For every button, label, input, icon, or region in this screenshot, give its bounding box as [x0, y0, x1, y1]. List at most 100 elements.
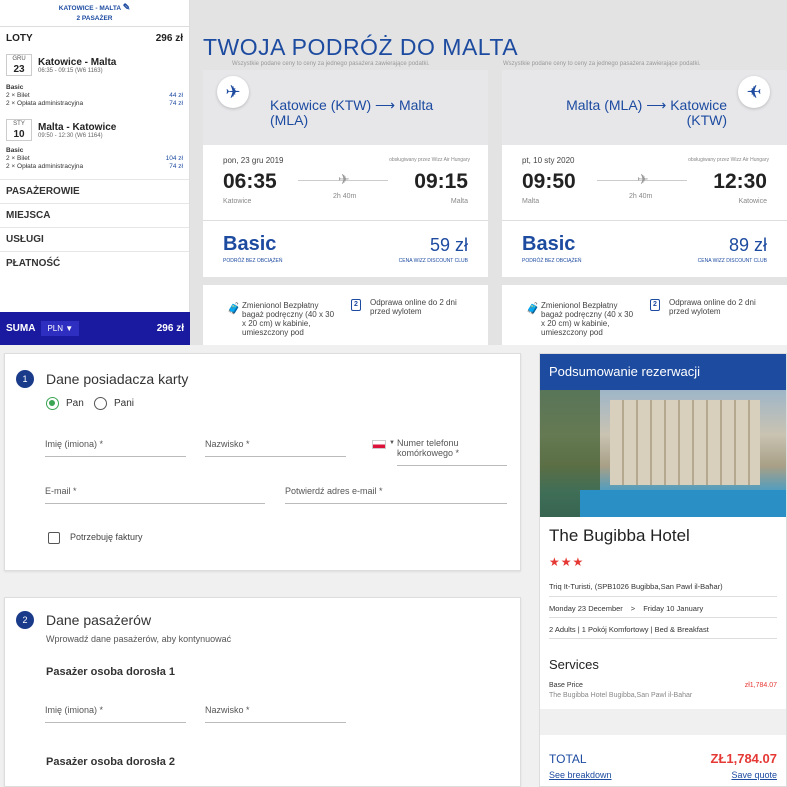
- date-box: GRU 23: [6, 54, 32, 76]
- fare-name: Basic: [6, 147, 24, 154]
- date-to: Friday 10 January: [643, 604, 704, 613]
- flight-overview: KATOWICE - MALTA ✎ 2 PASAŻER LOTY 296 zł…: [0, 0, 787, 345]
- flight-item-return: STY 10 Malta - Katowice 09:50 - 12:30 (W6 …: [0, 115, 189, 145]
- route-header: Malta (MLA) ⟶ Katowice (KTW) ✈: [502, 70, 787, 145]
- email-confirm-field[interactable]: Potwierdź adres e-mail *: [285, 486, 507, 504]
- route-header: ✈ Katowice (KTW) ⟶ Malta (MLA): [203, 70, 488, 145]
- baggage-info: Zmienionol Bezpłatny bagaż podręczny (40…: [541, 301, 634, 337]
- month: GRU: [12, 56, 26, 62]
- invoice-checkbox[interactable]: [48, 532, 60, 544]
- radio-pani[interactable]: [94, 397, 107, 410]
- day: 23: [13, 64, 25, 75]
- edit-pencil-icon[interactable]: ✎: [123, 2, 131, 12]
- fare-price: 104 zł: [165, 155, 183, 162]
- booking-sidebar: KATOWICE - MALTA ✎ 2 PASAŻER LOTY 296 zł…: [0, 0, 190, 345]
- divider: [203, 277, 488, 285]
- fare-name: Basic: [223, 233, 277, 255]
- chevron-down-icon: ▼: [65, 324, 74, 333]
- star-rating: ★★★: [549, 555, 585, 569]
- panel-title: Dane posiadacza karty: [46, 371, 189, 387]
- passengers-panel: 2 Dane pasażerów Wprowadź dane pasażerów…: [4, 597, 521, 787]
- fare-subtitle: PODRÓŻ BEZ OBCIĄŻEŃ: [223, 258, 283, 264]
- divider: [502, 220, 787, 221]
- flights-total: 296 zł: [155, 32, 183, 44]
- first-name-field[interactable]: Imię (imiona) *: [45, 705, 186, 723]
- checkin-info: Odprawa online do 2 dni przed wylotem: [669, 298, 756, 316]
- flights-label: LOTY: [6, 32, 33, 44]
- photo-pool: [580, 490, 786, 517]
- flight-date: pt, 10 sty 2020: [522, 156, 575, 165]
- departure-time: 06:35: [223, 170, 277, 193]
- fare-breakdown: Basic 2 × Bilet 104 zł 2 × Opłata adminis…: [0, 145, 189, 179]
- passenger-heading: Pasażer osoba dorosła 2: [46, 756, 175, 768]
- operator: obsługiwany przez Wizz Air Hungary: [688, 157, 769, 163]
- base-price-label: Base Price: [549, 682, 583, 689]
- calendar-icon: 2: [351, 299, 361, 311]
- divider: [502, 277, 787, 285]
- divider: [540, 709, 786, 735]
- fare-price: 44 zł: [169, 92, 183, 99]
- last-name-field[interactable]: Nazwisko *: [205, 705, 346, 723]
- fare-price: 89 zł: [728, 235, 767, 255]
- fare-subtitle: PODRÓŻ BEZ OBCIĄŻEŃ: [522, 258, 582, 264]
- page-title: TWOJA PODRÓŻ DO MALTA: [203, 34, 519, 60]
- passenger-count: 2 PASAŻER: [76, 15, 113, 22]
- poland-flag-icon[interactable]: [372, 440, 386, 449]
- fare-breakdown: Basic 2 × Bilet 44 zł 2 × Opłata administ…: [0, 81, 189, 115]
- room-info: 2 Adults | 1 Pokój Komfortowy | Bed & Br…: [549, 625, 709, 634]
- passenger-heading: Pasażer osoba dorosła 1: [46, 666, 175, 678]
- plane-icon: ✈: [738, 76, 770, 108]
- fare-line: 2 × Bilet: [6, 155, 30, 162]
- duration: 2h 40m: [629, 193, 653, 200]
- save-quote-link[interactable]: Save quote: [731, 770, 777, 780]
- see-breakdown-link[interactable]: See breakdown: [549, 770, 612, 780]
- email-field[interactable]: E-mail *: [45, 486, 265, 504]
- flight-detail: 09:50 - 12:30 (W6 1164): [38, 132, 103, 139]
- section-payment[interactable]: PŁATNOŚĆ: [0, 251, 189, 275]
- stay-dates: Monday 23 December > Friday 10 January: [549, 604, 703, 613]
- section-passengers[interactable]: PASAŻEROWIE: [0, 179, 189, 203]
- panel-title: Dane pasażerów: [46, 612, 152, 628]
- baggage-icon: 🧳: [526, 303, 540, 315]
- month: STY: [13, 121, 25, 127]
- route-title: Katowice (KTW) ⟶ Malta (MLA): [270, 97, 434, 128]
- divider: [549, 638, 777, 639]
- departure-city: Katowice: [223, 198, 252, 205]
- booking-summary: Podsumowanie rezerwacji The Bugibba Hote…: [539, 353, 787, 787]
- phone-field[interactable]: Numer telefonu komórkowego *: [397, 438, 507, 466]
- radio-pani-label: Pani: [114, 398, 135, 409]
- last-name-field[interactable]: Nazwisko *: [205, 439, 346, 457]
- flight-date: pon, 23 gru 2019: [223, 156, 284, 165]
- divider: [203, 220, 488, 221]
- cardholder-panel: 1 Dane posiadacza karty Pan Pani Imię (i…: [4, 353, 521, 571]
- total-label: TOTAL: [549, 752, 587, 766]
- trip-header[interactable]: KATOWICE - MALTA ✎ 2 PASAŻER: [0, 0, 189, 27]
- chevron-right-icon: >: [630, 604, 636, 613]
- baggage-info: Zmienionol Bezpłatny bagaż podręczny (40…: [242, 301, 335, 337]
- photo-building: [610, 400, 760, 485]
- outbound-flight-card: ✈ Katowice (KTW) ⟶ Malta (MLA) pon, 23 g…: [203, 70, 488, 345]
- plane-icon: ✈: [217, 76, 249, 108]
- step-number: 2: [16, 611, 34, 629]
- chevron-down-icon[interactable]: ▼: [389, 440, 395, 446]
- calendar-icon: 2: [650, 299, 660, 311]
- step-number: 1: [16, 370, 34, 388]
- total-value: ZŁ1,784.07: [710, 751, 778, 766]
- first-name-field[interactable]: Imię (imiona) *: [45, 439, 186, 457]
- duration: 2h 40m: [333, 193, 357, 200]
- flight-title: Malta - Katowice: [38, 121, 117, 133]
- arrival-time: 09:15: [414, 170, 468, 193]
- divider: [549, 617, 777, 618]
- currency-select[interactable]: PLN ▼: [41, 321, 80, 336]
- invoice-label: Potrzebuję faktury: [70, 532, 143, 542]
- section-services[interactable]: USŁUGI: [0, 227, 189, 251]
- section-seats[interactable]: MIEJSCA: [0, 203, 189, 227]
- plane-icon: ✈: [637, 171, 649, 187]
- fare-line: 2 × Bilet: [6, 92, 30, 99]
- hotel-photo[interactable]: [540, 390, 786, 517]
- price-subtitle: CENA WIZZ DISCOUNT CLUB: [697, 258, 767, 264]
- radio-pan[interactable]: [46, 397, 59, 410]
- flight-detail: 06:35 - 09:15 (W6 1163): [38, 67, 103, 74]
- arrival-time: 12:30: [713, 170, 767, 193]
- price-note: Wszystkie podane ceny to ceny za jednego…: [232, 61, 430, 67]
